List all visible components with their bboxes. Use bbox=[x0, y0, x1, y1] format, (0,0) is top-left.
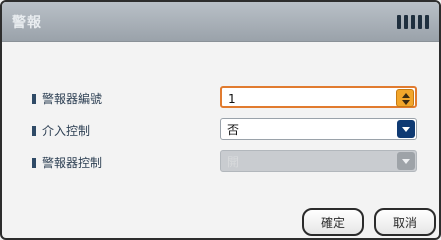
alarm-control-row: 警報器控制 bbox=[32, 154, 102, 171]
intervention-control-row: 介入控制 bbox=[32, 122, 90, 139]
alarm-dialog: 警報 警報器編號 1 介入控制 否 警報器控制 開 確定 取消 bbox=[0, 0, 441, 240]
dialog-title: 警報 bbox=[12, 14, 42, 31]
dropdown-arrow-icon[interactable] bbox=[397, 120, 415, 138]
alarm-number-label: 警報器編號 bbox=[42, 92, 103, 106]
alarm-number-value: 1 bbox=[228, 92, 236, 106]
dialog-titlebar: 警報 bbox=[2, 2, 439, 42]
intervention-control-select[interactable]: 否 bbox=[220, 118, 417, 140]
intervention-control-label: 介入控制 bbox=[42, 124, 91, 138]
alarm-control-value: 開 bbox=[227, 155, 240, 169]
alarm-number-row: 警報器編號 bbox=[32, 90, 102, 107]
row-bullet-icon bbox=[32, 157, 36, 168]
intervention-control-value: 否 bbox=[227, 123, 240, 137]
alarm-control-label: 警報器控制 bbox=[42, 156, 103, 170]
alarm-control-select: 開 bbox=[220, 150, 417, 172]
dialog-content: 警報器編號 1 介入控制 否 警報器控制 開 確定 取消 bbox=[2, 42, 439, 238]
dropdown-arrow-icon bbox=[397, 152, 415, 170]
alarm-number-stepper[interactable]: 1 bbox=[220, 86, 417, 108]
row-bullet-icon bbox=[32, 125, 36, 136]
row-bullet-icon bbox=[32, 93, 36, 104]
titlebar-grip-icon bbox=[397, 14, 429, 29]
cancel-button[interactable]: 取消 bbox=[374, 208, 436, 236]
ok-button[interactable]: 確定 bbox=[302, 208, 364, 236]
stepper-up-down-icon[interactable] bbox=[396, 89, 414, 107]
